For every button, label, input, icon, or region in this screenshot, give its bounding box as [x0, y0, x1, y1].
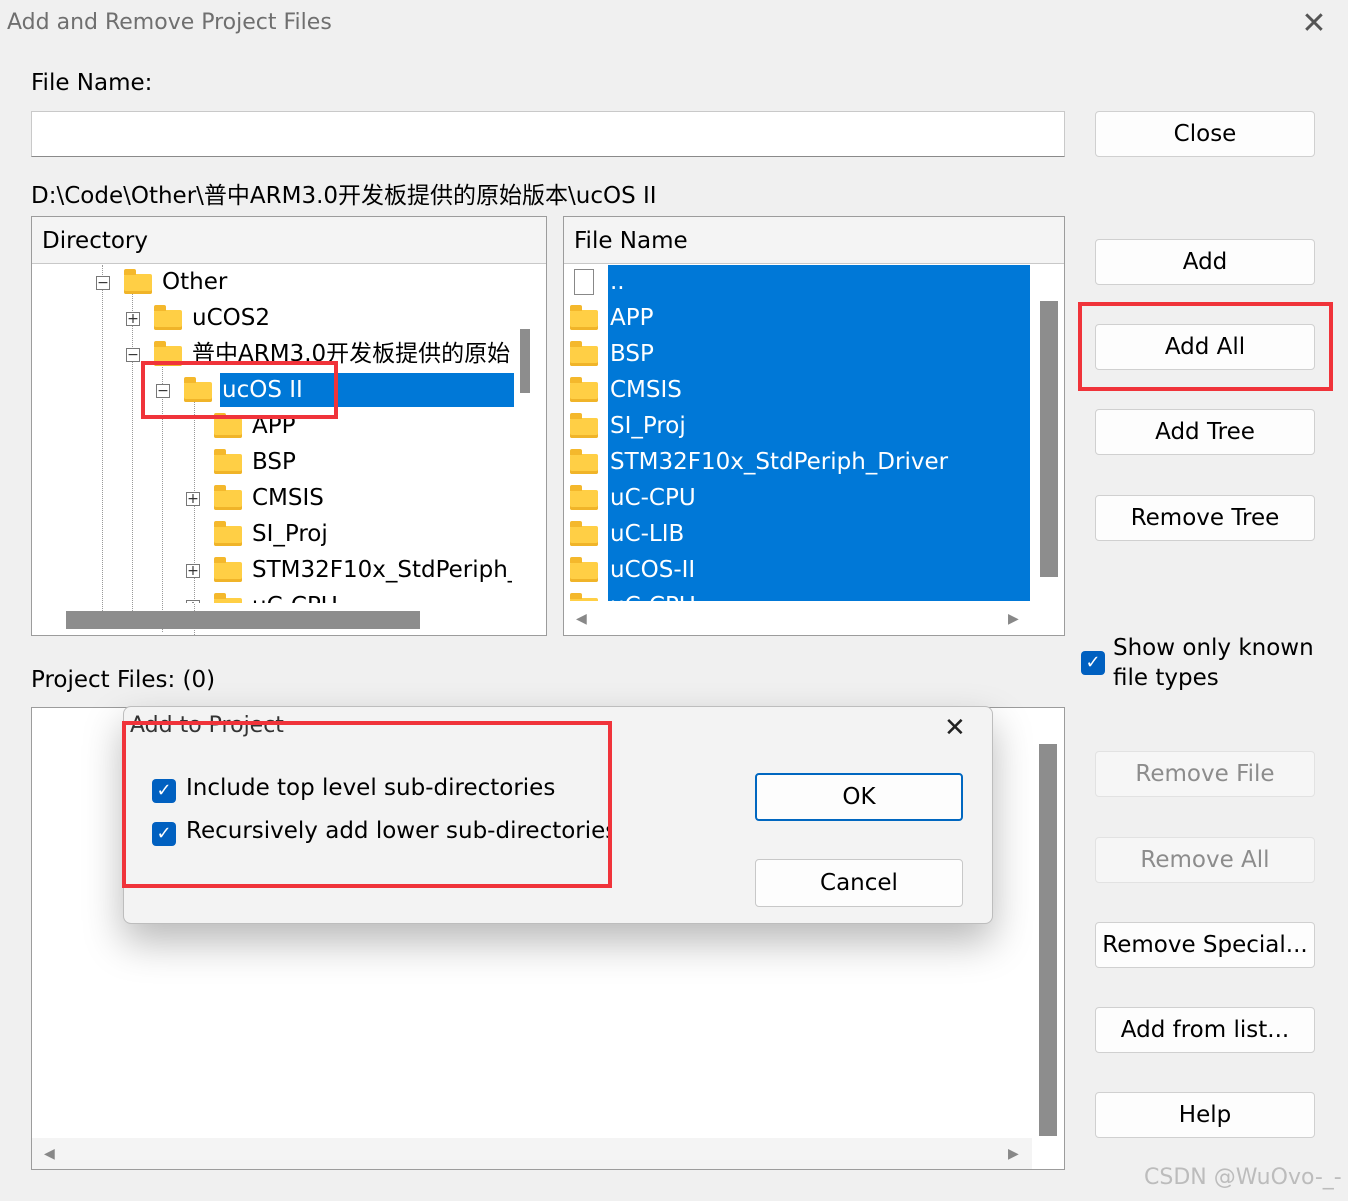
file-name-header: File Name — [564, 217, 1064, 264]
tree-item-label: CMSIS — [252, 485, 324, 511]
dialog-close-icon[interactable]: ✕ — [944, 713, 966, 743]
help-button[interactable]: Help — [1095, 1092, 1315, 1138]
file-row-uc-lib[interactable]: uC-LIB — [564, 517, 1034, 551]
file-row-label: SI_Proj — [610, 413, 686, 439]
tree-item-label: SI_Proj — [252, 521, 328, 547]
close-button[interactable]: Close — [1095, 111, 1315, 157]
directory-header: Directory — [32, 217, 546, 264]
folder-icon — [154, 305, 182, 330]
tree-item-cmsis[interactable]: + CMSIS — [32, 481, 512, 515]
file-row-uc-cpu[interactable]: uC-CPU — [564, 481, 1034, 515]
tree-item-stm32[interactable]: + STM32F10x_StdPeriph_ — [32, 553, 512, 587]
file-row-label: APP — [610, 305, 654, 331]
collapse-icon[interactable]: − — [126, 348, 140, 362]
expand-icon[interactable]: + — [126, 312, 140, 326]
file-row-ucos-ii[interactable]: uCOS-II — [564, 553, 1034, 587]
remove-special-button[interactable]: Remove Special... — [1095, 922, 1315, 968]
file-row-partial[interactable]: uC-CPU — [564, 589, 1034, 601]
project-files-vscroll-thumb[interactable] — [1039, 744, 1057, 1136]
file-row-bsp[interactable]: BSP — [564, 337, 1034, 371]
tree-item-label: Other — [162, 269, 228, 295]
directory-vscroll-thumb[interactable] — [520, 329, 530, 393]
file-row-label: BSP — [610, 341, 654, 367]
add-tree-button[interactable]: Add Tree — [1095, 409, 1315, 455]
show-known-label: Show only known file types — [1113, 633, 1314, 693]
folder-icon — [570, 485, 598, 510]
tree-item-bsp[interactable]: BSP — [32, 445, 512, 479]
folder-icon — [570, 593, 598, 601]
remove-tree-button[interactable]: Remove Tree — [1095, 495, 1315, 541]
remove-all-button[interactable]: Remove All — [1095, 837, 1315, 883]
remove-file-button[interactable]: Remove File — [1095, 751, 1315, 797]
file-row-cmsis[interactable]: CMSIS — [564, 373, 1034, 407]
file-name-label: File Name: — [31, 70, 153, 96]
folder-icon — [570, 377, 598, 402]
folder-icon — [570, 305, 598, 330]
project-files-label: Project Files: (0) — [31, 667, 216, 693]
folder-icon — [570, 449, 598, 474]
show-known-checkbox[interactable]: ✓ — [1081, 651, 1105, 675]
highlight-box-options — [122, 721, 612, 888]
show-known-label-line1: Show only known — [1113, 635, 1314, 661]
folder-icon — [570, 413, 598, 438]
folder-icon — [214, 557, 242, 582]
highlight-box-add-all — [1078, 302, 1333, 391]
file-list[interactable]: File Name .. APP BSP CMSIS SI_Proj STM32… — [563, 216, 1065, 636]
folder-icon — [214, 521, 242, 546]
folder-icon — [214, 593, 242, 603]
file-row-si-proj[interactable]: SI_Proj — [564, 409, 1034, 443]
file-icon — [574, 269, 594, 295]
folder-icon — [570, 521, 598, 546]
tree-item-label: uC-CPU — [252, 589, 338, 603]
file-row-label: uC-CPU — [610, 589, 696, 601]
tree-item-si-proj[interactable]: SI_Proj — [32, 517, 512, 551]
file-row-label: .. — [610, 269, 625, 295]
tree-item-label: uCOS2 — [192, 305, 270, 331]
file-row-label: STM32F10x_StdPeriph_Driver — [610, 449, 949, 475]
scroll-left-icon[interactable]: ◀ — [44, 1146, 55, 1162]
tree-item-label: STM32F10x_StdPeriph_ — [252, 557, 512, 583]
file-row-app[interactable]: APP — [564, 301, 1034, 335]
folder-icon — [214, 413, 242, 438]
highlight-box-ucos-ii — [141, 361, 338, 419]
file-list-vscroll-thumb[interactable] — [1040, 301, 1058, 577]
folder-icon — [570, 341, 598, 366]
folder-icon — [570, 557, 598, 582]
window-title: Add and Remove Project Files — [7, 10, 332, 35]
tree-item-uc-cpu[interactable]: + uC-CPU — [32, 589, 512, 603]
folder-icon — [214, 449, 242, 474]
tree-item-label: BSP — [252, 449, 296, 475]
directory-hscroll-thumb[interactable] — [66, 611, 420, 629]
cancel-button[interactable]: Cancel — [755, 859, 963, 907]
tree-item-other[interactable]: − Other — [32, 265, 512, 299]
file-row-label: uC-LIB — [610, 521, 685, 547]
folder-icon — [124, 269, 152, 294]
scroll-right-icon[interactable]: ▶ — [1008, 611, 1019, 627]
file-row-stm32[interactable]: STM32F10x_StdPeriph_Driver — [564, 445, 1034, 479]
show-known-label-line2: file types — [1113, 665, 1219, 691]
add-from-list-button[interactable]: Add from list... — [1095, 1007, 1315, 1053]
expand-icon[interactable]: + — [186, 600, 200, 603]
file-row-label: uC-CPU — [610, 485, 696, 511]
directory-tree[interactable]: Directory − Other + uCOS2 − 普中ARM3.0开发板提… — [31, 216, 547, 636]
expand-icon[interactable]: + — [186, 564, 200, 578]
file-name-input[interactable] — [31, 111, 1065, 157]
current-path: D:\Code\Other\普中ARM3.0开发板提供的原始版本\ucOS II — [31, 183, 657, 209]
folder-icon — [214, 485, 242, 510]
file-row-parent[interactable]: .. — [564, 265, 1034, 299]
window-close-icon[interactable]: ✕ — [1298, 8, 1330, 40]
collapse-icon[interactable]: − — [96, 276, 110, 290]
ok-button[interactable]: OK — [755, 773, 963, 821]
scroll-left-icon[interactable]: ◀ — [576, 611, 587, 627]
expand-icon[interactable]: + — [186, 492, 200, 506]
tree-item-ucos2[interactable]: + uCOS2 — [32, 301, 512, 335]
file-row-label: CMSIS — [610, 377, 682, 403]
project-files-hscroll-track[interactable] — [32, 1138, 1032, 1169]
file-row-label: uCOS-II — [610, 557, 696, 583]
add-button[interactable]: Add — [1095, 239, 1315, 285]
scroll-right-icon[interactable]: ▶ — [1008, 1146, 1019, 1162]
watermark-text: CSDN @WuOvo-_- — [1144, 1165, 1342, 1190]
